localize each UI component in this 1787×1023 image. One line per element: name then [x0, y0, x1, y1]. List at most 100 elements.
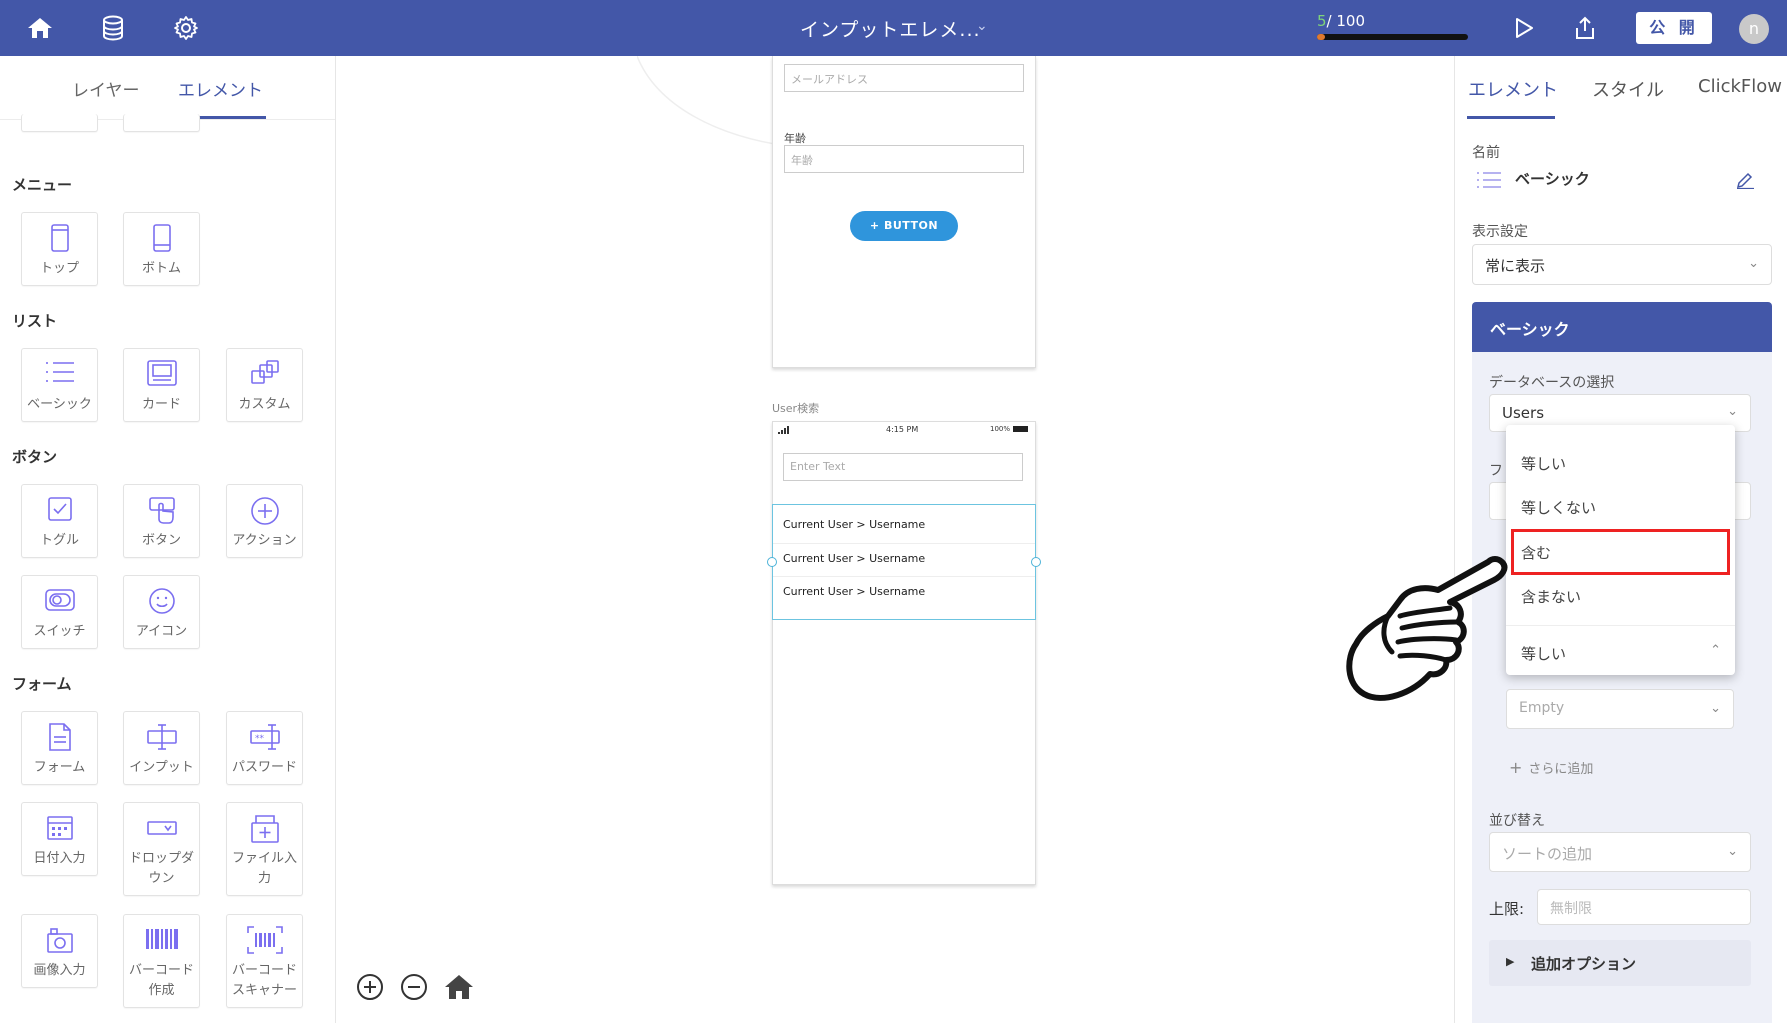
tile-switch[interactable]: スイッチ — [21, 575, 98, 649]
highlight-box — [1511, 529, 1730, 575]
tab-clickflow[interactable]: ClickFlow — [1698, 76, 1782, 97]
tile-input[interactable]: インプット — [123, 711, 200, 785]
sidebar-tabs: レイヤー エレメント — [0, 56, 335, 120]
tile-label-line1: バーコード — [231, 963, 297, 978]
tile-partial[interactable] — [21, 114, 98, 132]
tile-card-list[interactable]: カード — [123, 348, 200, 422]
tile-partial[interactable] — [123, 114, 200, 132]
active-tab-underline — [1467, 116, 1555, 119]
tile-label-line1: バーコード — [128, 963, 194, 978]
email-field[interactable]: メールアドレス — [784, 64, 1024, 92]
search-input[interactable]: Enter Text — [783, 453, 1023, 481]
gear-icon[interactable] — [170, 12, 202, 44]
list-item[interactable]: Current User > Username — [783, 585, 925, 598]
section-menu: メニュー — [12, 176, 73, 194]
panel-title: ベーシック — [1472, 302, 1772, 352]
publish-button[interactable]: 公 開 — [1636, 12, 1712, 44]
tile-form[interactable]: フォーム — [21, 711, 98, 785]
text-input-icon — [146, 724, 177, 750]
tile-dropdown[interactable]: ドロップダ ウン — [123, 802, 200, 896]
design-canvas[interactable]: メールアドレス 年齢 年齢 + BUTTON User検索 4:15 PM 10… — [337, 56, 1454, 1023]
sort-select[interactable]: ソートの追加 ⌄ — [1489, 832, 1751, 872]
tile-file-input[interactable]: ファイル入力 — [226, 802, 303, 896]
chevron-down-icon[interactable]: ⌄ — [976, 18, 988, 34]
database-value: Users — [1502, 404, 1545, 422]
tile-toggle[interactable]: トグル — [21, 484, 98, 558]
tile-bottom[interactable]: ボトム — [123, 212, 200, 286]
progress-current: 5 — [1317, 12, 1327, 30]
resize-handle-right[interactable] — [1031, 557, 1041, 567]
tile-label-line2: 力 — [257, 871, 271, 886]
tile-label: 画像入力 — [33, 963, 86, 978]
extra-options-toggle[interactable]: ▶ 追加オプション — [1489, 940, 1751, 986]
tile-label: トグル — [39, 533, 79, 548]
tile-icon[interactable]: アイコン — [123, 575, 200, 649]
play-icon[interactable] — [1508, 12, 1540, 44]
chevron-down-icon: ⌄ — [1710, 701, 1721, 716]
tile-barcode-scanner[interactable]: バーコード スキャナー — [226, 914, 303, 1008]
home-reset-icon[interactable] — [443, 972, 475, 1002]
add-button[interactable]: + BUTTON — [850, 211, 958, 241]
tile-label: アイコン — [135, 624, 188, 639]
visibility-select[interactable]: 常に表示 ⌄ — [1472, 244, 1772, 285]
option-equals[interactable]: 等しい — [1521, 453, 1566, 474]
zoom-out-icon[interactable] — [399, 972, 429, 1002]
zoom-in-icon[interactable] — [355, 972, 385, 1002]
screen-form[interactable]: メールアドレス 年齢 年齢 + BUTTON — [772, 56, 1036, 368]
add-more-label: さらに追加 — [1528, 762, 1594, 777]
tab-element[interactable]: エレメント — [1468, 76, 1558, 102]
battery-icon — [1013, 426, 1028, 432]
tab-layers[interactable]: レイヤー — [72, 76, 140, 101]
phone-bottom-icon — [152, 224, 171, 252]
tile-top[interactable]: トップ — [21, 212, 98, 286]
tile-image-input[interactable]: 画像入力 — [21, 914, 98, 988]
section-button: ボタン — [12, 448, 58, 466]
element-name: ベーシック — [1515, 170, 1590, 188]
list-icon — [1477, 172, 1501, 188]
elements-sidebar: レイヤー エレメント メニュー トップ ボトム リスト ベーシック カード カス… — [0, 56, 336, 1023]
tab-elements[interactable]: エレメント — [178, 76, 263, 101]
status-time: 4:15 PM — [886, 425, 919, 434]
custom-icon — [250, 360, 279, 384]
selected-operator[interactable]: 等しい — [1521, 643, 1566, 664]
tab-style[interactable]: スタイル — [1592, 76, 1664, 102]
filter-label: フ — [1489, 463, 1503, 479]
progress-fill — [1317, 34, 1325, 40]
avatar[interactable]: n — [1739, 14, 1769, 44]
tile-label: ボトム — [141, 261, 181, 276]
list-item[interactable]: Current User > Username — [783, 552, 925, 565]
option-not-equals[interactable]: 等しくない — [1521, 497, 1596, 518]
selected-list[interactable]: Current User > Username Current User > U… — [767, 504, 1041, 620]
database-icon[interactable] — [97, 12, 129, 44]
limit-label: 上限: — [1489, 900, 1525, 918]
tile-label: ファイル入力 — [227, 849, 302, 889]
tile-button[interactable]: ボタン — [123, 484, 200, 558]
tile-action[interactable]: アクション — [226, 484, 303, 558]
add-more-button[interactable]: + さらに追加 — [1509, 758, 1593, 777]
page-title[interactable]: インプットエレメ... — [800, 15, 981, 42]
chevron-up-icon[interactable]: ⌃ — [1710, 643, 1721, 658]
section-list: リスト — [12, 312, 58, 330]
home-icon[interactable] — [24, 12, 56, 44]
share-upload-icon[interactable] — [1569, 12, 1601, 44]
tile-password[interactable]: ** パスワード — [226, 711, 303, 785]
tile-barcode-create[interactable]: バーコード 作成 — [123, 914, 200, 1008]
extra-options-label: 追加オプション — [1531, 955, 1637, 973]
edit-pencil-icon[interactable] — [1735, 169, 1755, 189]
tile-custom-list[interactable]: カスタム — [226, 348, 303, 422]
divider — [1506, 625, 1735, 626]
age-field[interactable]: 年齢 — [784, 145, 1024, 173]
screen-user-search[interactable]: 4:15 PM 100% Enter Text Current User > U… — [767, 421, 1041, 885]
value-select[interactable]: Empty ⌄ — [1506, 689, 1734, 729]
tile-basic-list[interactable]: ベーシック — [21, 348, 98, 422]
tile-date-input[interactable]: 日付入力 — [21, 802, 98, 876]
operator-dropdown-menu[interactable]: 等しい 等しくない 含む 含まない 等しい ⌃ — [1506, 425, 1735, 675]
tile-label: 日付入力 — [33, 851, 86, 866]
option-not-contains[interactable]: 含まない — [1521, 586, 1581, 607]
progress-total: / 100 — [1326, 12, 1365, 30]
resize-handle-left[interactable] — [767, 557, 777, 567]
card-icon — [146, 360, 177, 386]
tile-label: スイッチ — [33, 624, 86, 639]
list-item[interactable]: Current User > Username — [783, 518, 925, 531]
limit-input[interactable]: 無制限 — [1537, 889, 1751, 925]
